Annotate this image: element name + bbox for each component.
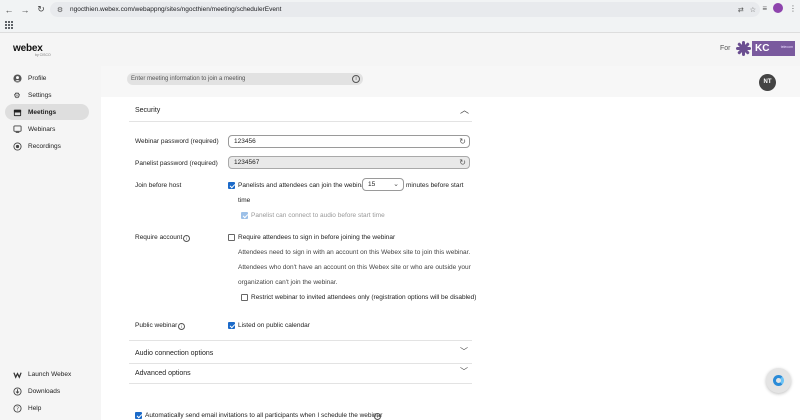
webex-assistant-button[interactable] [766,368,791,393]
restrict-webinar-text: Restrict webinar to invited attendees on… [251,294,477,301]
info-icon[interactable]: i [374,413,381,420]
avatar[interactable]: NT [759,74,776,91]
jbh-text-before: Panelists and attendees can join the web… [238,182,368,189]
partner-logo-text: KC [755,43,770,54]
jbh-audio-checkbox [241,212,248,219]
browser-profile-icon[interactable] [773,3,783,13]
sidebar-item-label: Meetings [28,108,57,116]
sidebar-item-label: Help [28,404,42,412]
webex-logo: webex by CISCO [13,43,51,57]
bookmarks-bar [0,19,800,33]
for-label: For [720,45,731,52]
sidebar-item-label: Webinars [28,125,56,133]
chevron-up-icon[interactable]: ︿ [460,103,469,116]
user-circle-icon [12,73,22,83]
reload-icon[interactable]: ↻ [34,3,48,17]
webinar-password-label: Webinar password (required) [135,138,219,145]
calendar-icon [12,107,22,117]
jbh-text-wrap: time [238,197,251,204]
webex-assistant-icon [773,375,784,386]
panelist-password-label: Panelist password (required) [135,160,218,167]
join-meeting-search[interactable]: Enter meeting information to join a meet… [127,73,363,85]
advanced-options-title[interactable]: Advanced options [135,370,191,377]
security-section-title[interactable]: Security [135,107,160,114]
browser-menu-icon[interactable]: ⋮ [789,4,797,13]
sidebar-item-settings[interactable]: ⚙ Settings [5,87,89,103]
logo-sub: by CISCO [35,53,51,57]
info-icon[interactable]: i [352,75,360,83]
jbh-text-after: minutes before start [406,182,464,189]
extensions-icon[interactable]: ≡ [762,4,767,13]
info-icon[interactable]: i [183,235,190,242]
help-icon: ? [12,403,22,413]
require-account-desc: Attendees who don't have an account on t… [238,264,471,271]
join-before-host-label: Join before host [135,182,182,189]
webinar-password-value: 123456 [234,138,256,145]
translate-icon[interactable]: ⇄ [738,6,744,14]
search-placeholder: Enter meeting information to join a meet… [131,76,246,82]
divider [129,121,472,122]
info-icon[interactable]: i [178,323,185,330]
jbh-minutes-select[interactable]: 15 ⌄ [362,178,404,191]
app-header [0,33,800,66]
webinar-icon [12,124,22,134]
divider [129,363,472,364]
restrict-webinar-checkbox[interactable] [241,294,248,301]
partner-flower-icon [735,40,752,57]
jbh-audio-text: Panelist can connect to audio before sta… [251,212,385,219]
forward-icon[interactable]: → [18,3,32,17]
refresh-icon[interactable]: ↻ [459,137,466,146]
join-before-host-checkbox[interactable] [228,182,235,189]
auto-send-invitations-checkbox[interactable] [135,412,142,419]
panelist-password-field[interactable]: 1234567 ↻ [228,156,470,169]
gear-icon: ⚙ [13,90,21,100]
panelist-password-value: 1234567 [234,159,260,166]
record-icon [12,141,22,151]
public-calendar-text: Listed on public calendar [238,322,310,329]
chevron-down-icon[interactable]: ﹀ [460,366,468,377]
svg-text:?: ? [16,406,19,412]
sidebar-item-label: Downloads [28,387,61,395]
sidebar-item-webinars[interactable]: Webinars [5,121,89,137]
webex-icon [12,369,22,379]
sidebar-item-label: Profile [28,74,47,82]
audio-options-title[interactable]: Audio connection options [135,350,213,357]
apps-grid-icon[interactable] [5,21,13,29]
sidebar-item-profile[interactable]: Profile [5,70,89,86]
partner-logo-sub: telecom [780,45,793,49]
auto-send-invitations-text: Automatically send email invitations to … [145,412,383,419]
sidebar-item-recordings[interactable]: Recordings [5,138,89,154]
require-account-label: Require account [135,234,183,241]
webinar-password-field[interactable]: 123456 ↻ [228,135,470,148]
sidebar-item-help[interactable]: ? Help [5,400,89,416]
public-webinar-label: Public webinar [135,322,178,329]
chevron-down-icon: ⌄ [393,181,399,188]
site-info-icon[interactable]: ⚙ [54,6,66,14]
back-icon[interactable]: ← [2,3,16,17]
bookmark-star-icon[interactable]: ☆ [750,6,756,14]
require-account-desc: Attendees need to sign in with an accoun… [238,249,471,256]
require-account-desc: organization can't join the webinar. [238,279,338,286]
sidebar-item-label: Launch Webex [28,370,72,378]
sidebar-item-meetings[interactable]: Meetings [5,104,89,120]
public-calendar-checkbox[interactable] [228,322,235,329]
sidebar-item-launch-webex[interactable]: Launch Webex [5,366,89,382]
download-icon [12,386,22,396]
divider [129,383,472,384]
jbh-minutes-value: 15 [368,181,376,188]
url-text: ngocthien.webex.com/webappng/sites/ngoct… [70,6,282,13]
chevron-down-icon[interactable]: ﹀ [460,346,468,357]
partner-logo: KC telecom [735,40,797,57]
require-account-text: Require attendees to sign in before join… [238,234,396,241]
sidebar-item-downloads[interactable]: Downloads [5,383,89,399]
refresh-icon[interactable]: ↻ [459,158,466,167]
address-bar[interactable]: ⚙ ngocthien.webex.com/webappng/sites/ngo… [50,2,760,17]
divider [129,340,472,341]
sidebar-item-label: Settings [28,91,52,99]
sidebar-item-label: Recordings [28,142,61,150]
require-account-checkbox[interactable] [228,234,235,241]
